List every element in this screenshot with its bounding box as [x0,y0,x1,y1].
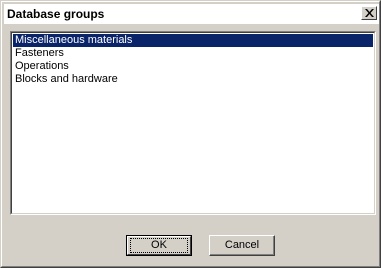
list-item-operations[interactable]: Operations [13,60,373,73]
close-icon [365,9,374,17]
ok-button[interactable]: OK [126,235,192,256]
dialog-frame: Database groups Miscellaneous materials … [1,1,380,267]
close-button[interactable] [361,6,377,20]
ok-button-label: OK [151,239,167,251]
list-item-blocks-and-hardware[interactable]: Blocks and hardware [13,73,373,86]
list-item-miscellaneous-materials[interactable]: Miscellaneous materials [13,34,373,47]
groups-list: Miscellaneous materials Fasteners Operat… [11,32,375,214]
cancel-button-label: Cancel [224,239,260,251]
database-groups-dialog: Database groups Miscellaneous materials … [0,0,381,268]
title-bar[interactable]: Database groups [4,4,379,24]
groups-listbox[interactable]: Miscellaneous materials Fasteners Operat… [10,31,376,215]
list-item-fasteners[interactable]: Fasteners [13,47,373,60]
dialog-title: Database groups [7,7,105,21]
cancel-button[interactable]: Cancel [209,235,275,256]
